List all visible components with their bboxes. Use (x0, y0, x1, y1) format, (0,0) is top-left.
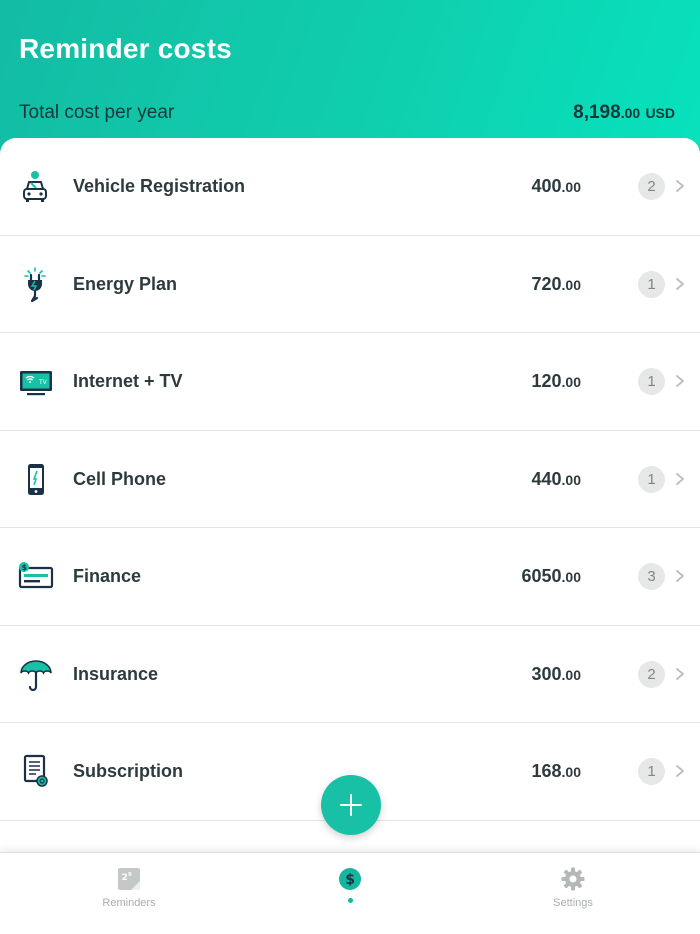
reminder-cost-list: Vehicle Registration 400.00 2 Energy Pla… (0, 138, 700, 854)
svg-text:$: $ (22, 563, 27, 572)
item-amount-main: 120 (531, 371, 562, 391)
chevron-right-icon (676, 570, 684, 582)
svg-text:TV: TV (38, 379, 48, 386)
tab-settings-label: Settings (553, 897, 593, 909)
total-cost-main: 8,198 (573, 102, 621, 123)
item-name: Vehicle Registration (73, 176, 246, 196)
plus-icon (340, 794, 362, 816)
header: Reminder costs Total cost per year 8,198… (0, 0, 700, 160)
item-name: Subscription (73, 761, 184, 781)
tab-reminders-label: Reminders (102, 897, 156, 909)
item-amount-main: 720 (531, 273, 562, 294)
gear-icon (561, 867, 585, 891)
list-item[interactable]: Energy Plan 720.00 1 (0, 236, 700, 333)
item-amount: 168.00 (531, 761, 581, 782)
item-name: Cell Phone (73, 468, 167, 489)
add-reminder-button[interactable] (321, 775, 381, 835)
count-badge: 1 (638, 465, 665, 493)
document-icon (18, 753, 56, 791)
umbrella-icon (18, 656, 56, 694)
tab-bar: 2 9 Reminders $ Settings (0, 852, 700, 934)
chevron-right-icon (676, 180, 684, 192)
page-title: Reminder costs (19, 33, 232, 64)
cheque-icon: $ (18, 558, 56, 596)
tv-icon: TV (18, 363, 56, 401)
chevron-right-icon (676, 277, 684, 290)
item-amount-cents: .00 (561, 276, 581, 293)
item-amount: 120.00 (531, 371, 581, 392)
svg-text:2: 2 (122, 873, 128, 883)
tab-costs[interactable]: $ (300, 853, 400, 934)
list-item[interactable]: $ Finance 6050.00 3 (0, 528, 700, 626)
tab-reminders[interactable]: 2 9 Reminders (79, 853, 179, 934)
item-amount-main: 168 (531, 761, 562, 781)
list-item[interactable]: TV Internet + TV 120.00 1 (0, 333, 700, 431)
total-cost-label: Total cost per year (19, 102, 175, 123)
item-amount-cents: .00 (561, 471, 581, 488)
item-amount-cents: .00 (561, 569, 581, 585)
count-badge: 1 (638, 368, 665, 395)
item-amount: 400.00 (531, 176, 581, 197)
item-name: Finance (73, 566, 142, 586)
chevron-right-icon (676, 765, 684, 777)
power-plug-icon (18, 266, 56, 304)
item-name: Insurance (73, 663, 159, 684)
count-badge: 2 (638, 660, 665, 688)
car-icon (18, 168, 56, 206)
item-amount-cents: .00 (561, 179, 581, 195)
active-tab-indicator (348, 898, 353, 903)
total-cost-cents: .00 (620, 105, 641, 121)
chevron-right-icon (676, 375, 684, 387)
item-name: Energy Plan (73, 273, 178, 294)
list-item[interactable]: Cell Phone 440.00 1 (0, 431, 700, 528)
tab-settings[interactable]: Settings (523, 853, 623, 934)
item-amount-main: 300 (531, 663, 562, 684)
dollar-icon: $ (339, 868, 361, 890)
svg-text:$: $ (345, 872, 355, 888)
count-badge: 3 (638, 563, 665, 590)
total-cost-value: 8,198.00 USD (573, 102, 675, 124)
count-badge: 1 (638, 758, 665, 785)
item-amount: 300.00 (531, 664, 581, 685)
item-amount-main: 440 (531, 468, 562, 489)
chevron-right-icon (676, 472, 684, 485)
list-item[interactable]: Insurance 300.00 2 (0, 626, 700, 723)
total-cost-currency: USD (645, 105, 675, 121)
item-amount: 440.00 (531, 469, 581, 490)
list-item[interactable]: Vehicle Registration 400.00 2 (0, 138, 700, 236)
cell-phone-icon (18, 461, 56, 499)
item-amount: 720.00 (531, 274, 581, 295)
item-amount-cents: .00 (561, 666, 581, 683)
count-badge: 2 (638, 173, 665, 200)
count-badge: 1 (638, 270, 665, 298)
item-amount: 6050.00 (521, 566, 581, 587)
calendar-icon: 2 9 (118, 868, 140, 890)
item-name: Internet + TV (73, 371, 183, 391)
svg-text:9: 9 (128, 872, 132, 878)
item-amount-main: 6050 (521, 566, 562, 586)
item-amount-cents: .00 (561, 374, 581, 390)
item-amount-main: 400 (531, 176, 562, 196)
item-amount-cents: .00 (561, 764, 581, 780)
chevron-right-icon (676, 667, 684, 680)
